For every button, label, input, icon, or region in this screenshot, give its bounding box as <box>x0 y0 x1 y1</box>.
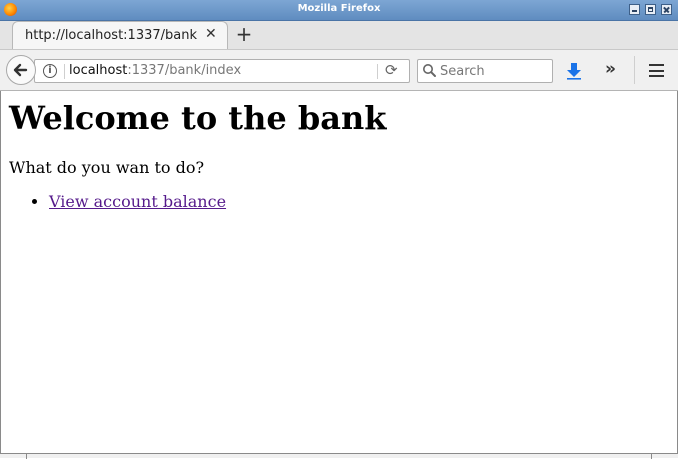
close-window-button[interactable] <box>661 4 672 15</box>
status-notch-right <box>651 454 652 459</box>
url-path: :1337/bank/index <box>127 63 242 78</box>
search-input[interactable] <box>440 62 548 80</box>
overflow-chevron-icon[interactable]: » <box>605 59 616 79</box>
list-item: View account balance <box>49 192 226 211</box>
url-host: localhost <box>69 63 128 78</box>
window-titlebar: Mozilla Firefox <box>0 0 678 21</box>
tab-strip: http://localhost:1337/bank/index ✕ + <box>0 21 678 49</box>
window-title: Mozilla Firefox <box>297 3 381 14</box>
url-bar[interactable]: i localhost:1337/bank/index ⟳ <box>34 59 410 83</box>
back-arrow-icon <box>13 63 28 77</box>
download-icon[interactable] <box>566 62 582 80</box>
maximize-button[interactable] <box>645 4 656 15</box>
new-tab-button[interactable]: + <box>234 24 254 44</box>
action-list: View account balance <box>9 192 226 211</box>
view-balance-link[interactable]: View account balance <box>49 192 226 211</box>
navigation-toolbar: i localhost:1337/bank/index ⟳ » <box>0 49 678 91</box>
reload-icon[interactable]: ⟳ <box>385 61 398 79</box>
info-icon[interactable]: i <box>43 64 57 78</box>
tab-title: http://localhost:1337/bank/index <box>25 28 197 43</box>
close-tab-icon[interactable]: ✕ <box>205 26 217 42</box>
minimize-button[interactable] <box>629 4 640 15</box>
window-frame-left <box>0 91 1 458</box>
search-icon <box>423 64 436 77</box>
search-box[interactable] <box>417 59 553 83</box>
reload-separator <box>377 64 378 79</box>
hamburger-menu-icon[interactable] <box>649 64 664 77</box>
status-notch-left <box>26 454 27 459</box>
status-bar <box>0 453 678 459</box>
url-separator <box>64 64 65 79</box>
page-heading: Welcome to the bank <box>9 99 387 137</box>
url-text[interactable]: localhost:1337/bank/index <box>69 63 241 78</box>
page-content: Welcome to the bank What do you wan to d… <box>1 91 677 453</box>
back-button[interactable] <box>6 55 36 85</box>
toolbar-divider <box>634 56 635 84</box>
page-prompt: What do you wan to do? <box>9 158 205 177</box>
tab-active[interactable]: http://localhost:1337/bank/index ✕ <box>12 21 228 49</box>
